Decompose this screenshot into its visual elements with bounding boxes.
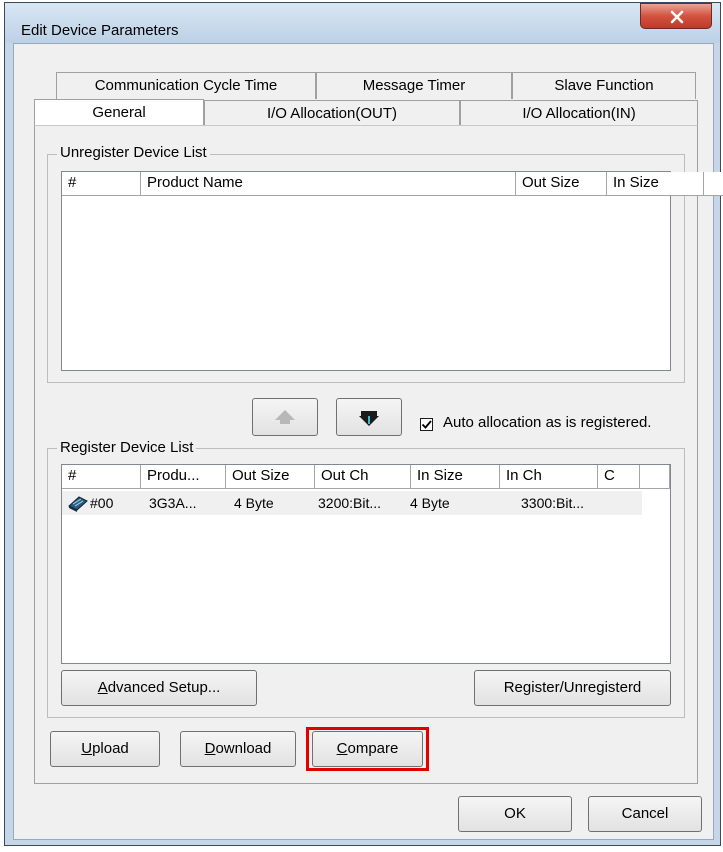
compare-label: ompare: [347, 740, 399, 757]
column-header-product[interactable]: Produ...: [141, 465, 226, 489]
table-row[interactable]: #00 3G3A... 4 Byte 3200:Bit... 4 Byte 33…: [62, 491, 642, 515]
column-header-in-size[interactable]: In Size: [607, 172, 704, 196]
column-header-out-size[interactable]: Out Size: [226, 465, 315, 489]
column-header-product-name[interactable]: Product Name: [141, 172, 516, 196]
column-header-empty[interactable]: [704, 172, 723, 196]
upload-button[interactable]: Upload: [50, 731, 160, 767]
auto-allocation-label[interactable]: Auto allocation as is registered.: [443, 414, 651, 431]
move-down-button[interactable]: [336, 398, 402, 436]
advanced-setup-button[interactable]: Advanced Setup...: [61, 670, 257, 706]
move-up-button[interactable]: [252, 398, 318, 436]
tab-general[interactable]: General: [34, 99, 204, 126]
compare-mnemonic: C: [336, 740, 348, 757]
tab-io-allocation-out[interactable]: I/O Allocation(OUT): [204, 100, 460, 127]
arrow-up-icon: [275, 410, 295, 424]
row-out-size: 4 Byte: [234, 495, 274, 511]
row-in-ch: 3300:Bit...: [521, 495, 585, 511]
download-label: ownload: [215, 740, 272, 757]
row-number: #00: [90, 495, 114, 511]
tab-io-allocation-in[interactable]: I/O Allocation(IN): [460, 100, 698, 127]
window-title: Edit Device Parameters: [21, 22, 179, 39]
column-header-out-ch[interactable]: Out Ch: [315, 465, 411, 489]
close-icon: [670, 10, 684, 24]
register-unregister-button[interactable]: Register/Unregisterd: [474, 670, 671, 706]
upload-mnemonic: U: [81, 740, 93, 757]
column-header-out-size[interactable]: Out Size: [516, 172, 607, 196]
download-button[interactable]: Download: [180, 731, 296, 767]
column-header-c[interactable]: C: [598, 465, 640, 489]
upload-label: pload: [92, 740, 129, 757]
tab-slave-function[interactable]: Slave Function: [512, 72, 696, 99]
column-header-in-size[interactable]: In Size: [411, 465, 500, 489]
cancel-button[interactable]: Cancel: [588, 796, 702, 832]
device-icon: [67, 494, 89, 519]
register-device-list-label: Register Device List: [57, 439, 197, 456]
compare-button[interactable]: Compare: [312, 731, 423, 767]
close-button[interactable]: [640, 3, 712, 29]
unregister-device-list[interactable]: # Product Name Out Size In Size: [61, 171, 723, 371]
checkmark-icon: [421, 420, 432, 429]
tab-communication-cycle-time[interactable]: Communication Cycle Time: [56, 72, 316, 99]
row-product: 3G3A...: [149, 495, 197, 511]
download-mnemonic: D: [204, 740, 216, 757]
column-header-empty[interactable]: [640, 465, 670, 489]
advanced-setup-mnemonic: A: [97, 679, 108, 696]
auto-allocation-checkbox[interactable]: [420, 418, 433, 431]
column-header-in-ch[interactable]: In Ch: [500, 465, 598, 489]
column-header-number[interactable]: #: [62, 465, 141, 489]
row-out-ch: 3200:Bit...: [318, 495, 382, 511]
advanced-setup-label: dvanced Setup...: [107, 679, 221, 696]
arrow-down-icon: [359, 411, 379, 426]
unregister-device-list-label: Unregister Device List: [57, 144, 210, 161]
column-header-number[interactable]: #: [62, 172, 141, 196]
register-device-list[interactable]: # Produ... Out Size Out Ch In Size In Ch…: [61, 464, 671, 664]
row-in-size: 4 Byte: [410, 495, 450, 511]
tab-message-timer[interactable]: Message Timer: [316, 72, 512, 99]
ok-button[interactable]: OK: [458, 796, 572, 832]
